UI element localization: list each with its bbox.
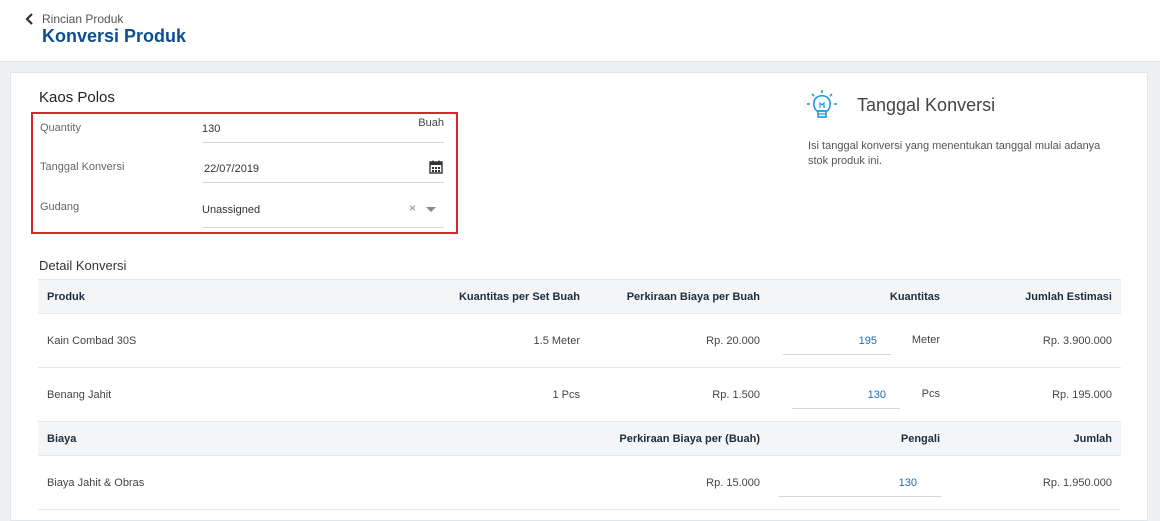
date-label: Tanggal Konversi: [40, 161, 125, 173]
est-cost-cell: Rp. 20.000: [589, 313, 769, 368]
conversion-card: Kaos Polos Quantity 130 Buah Tanggal Kon…: [10, 72, 1148, 521]
col-header-cost-total: Jumlah: [949, 421, 1121, 456]
product-cell: Benang Jahit: [38, 367, 409, 422]
multiplier-input[interactable]: 130: [779, 469, 941, 497]
product-cell: Kain Combad 30S: [38, 313, 409, 368]
quantity-input[interactable]: 130: [202, 123, 220, 135]
qty-input[interactable]: 195: [783, 327, 891, 355]
total-cell: Rp. 195.000: [949, 367, 1121, 422]
qty-unit: Meter: [911, 334, 940, 346]
calendar-icon[interactable]: [429, 160, 443, 174]
cost-per-unit-cell: Rp. 15.000: [589, 455, 769, 510]
lightbulb-icon: [807, 90, 837, 118]
cost-name-cell: Biaya Jahit & Obras: [38, 455, 409, 510]
est-cost-cell: Rp. 1.500: [589, 367, 769, 422]
col-header-empty: [409, 421, 589, 456]
chevron-left-icon[interactable]: [24, 11, 36, 27]
breadcrumb[interactable]: Rincian Produk: [42, 12, 123, 26]
multiplier-cell: 130: [769, 455, 949, 510]
caret-down-icon[interactable]: [426, 207, 436, 212]
quantity-underline: [202, 142, 444, 143]
col-header-multiplier: Pengali: [769, 421, 949, 456]
info-text: Isi tanggal konversi yang menentukan tan…: [808, 140, 1101, 167]
section-title: Detail Konversi: [39, 258, 127, 273]
col-header-est-cost: Perkiraan Biaya per Buah: [589, 279, 769, 314]
warehouse-label: Gudang: [40, 201, 80, 213]
clear-icon[interactable]: ×: [409, 202, 416, 214]
date-underline: [202, 182, 444, 183]
col-header-qty-per-set: Kuantitas per Set Buah: [409, 279, 589, 314]
qty-cell: 195 Meter: [769, 313, 949, 368]
warehouse-select[interactable]: Unassigned: [202, 204, 260, 216]
col-header-total: Jumlah Estimasi: [949, 279, 1121, 314]
qty-per-set-cell: 1.5 Meter: [409, 313, 589, 368]
empty-cell: [409, 455, 589, 510]
table-row: Biaya Jahit & Obras Rp. 15.000 130 Rp. 1…: [38, 455, 1121, 510]
info-title: Tanggal Konversi: [857, 95, 996, 115]
qty-input[interactable]: 130: [792, 381, 900, 409]
cost-header-row: Biaya Perkiraan Biaya per (Buah) Pengali…: [38, 421, 1121, 456]
col-header-product: Produk: [38, 279, 409, 314]
top-bar: Rincian Produk Konversi Produk: [0, 0, 1160, 62]
conversion-table: Produk Kuantitas per Set Buah Perkiraan …: [38, 279, 1121, 510]
table-row: Kain Combad 30S 1.5 Meter Rp. 20.000 195…: [38, 313, 1121, 368]
qty-unit: Pcs: [921, 388, 940, 400]
quantity-label: Quantity: [40, 122, 81, 134]
product-name: Kaos Polos: [39, 89, 115, 106]
qty-cell: 130 Pcs: [769, 367, 949, 422]
page-title: Konversi Produk: [42, 26, 187, 46]
qty-per-set-cell: 1 Pcs: [409, 367, 589, 422]
conversion-form: Quantity 130 Buah Tanggal Konversi 22/07…: [31, 112, 458, 234]
cost-total-cell: Rp. 1.950.000: [949, 455, 1121, 510]
date-input[interactable]: 22/07/2019: [204, 163, 259, 175]
table-row: Benang Jahit 1 Pcs Rp. 1.500 130 Pcs Rp.…: [38, 367, 1121, 422]
warehouse-underline: [202, 227, 444, 228]
col-header-qty: Kuantitas: [769, 279, 949, 314]
table-header-row: Produk Kuantitas per Set Buah Perkiraan …: [38, 279, 1121, 314]
quantity-unit: Buah: [418, 117, 444, 129]
col-header-cost: Biaya: [38, 421, 409, 456]
col-header-cost-per-unit: Perkiraan Biaya per (Buah): [589, 421, 769, 456]
total-cell: Rp. 3.900.000: [949, 313, 1121, 368]
